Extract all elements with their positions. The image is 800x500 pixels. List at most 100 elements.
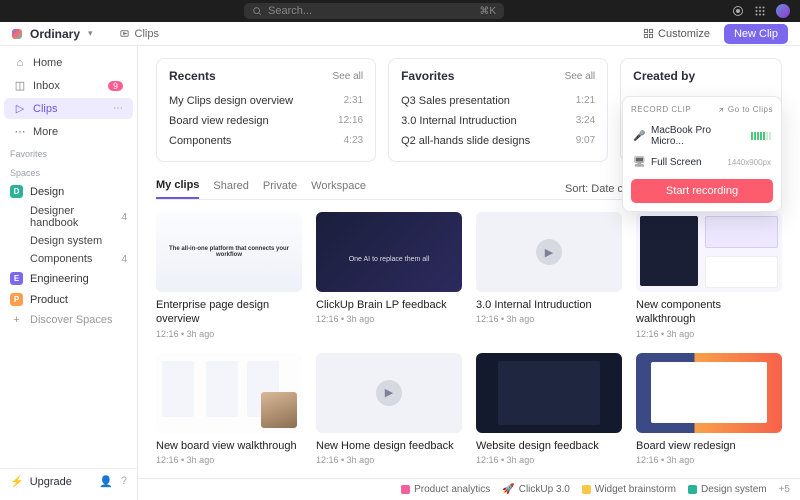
mic-option[interactable]: 🎤 MacBook Pro Micro...	[631, 120, 773, 152]
user-avatar[interactable]	[776, 4, 790, 18]
spaces-heading: Spaces	[0, 162, 137, 181]
search-icon	[252, 6, 262, 16]
record-clip-popover: RECORD CLIP Go to Clips 🎤 MacBook Pro Mi…	[622, 96, 782, 212]
search-placeholder: Search...	[268, 5, 312, 17]
mic-icon: 🎤	[633, 131, 644, 142]
play-icon: ▶	[536, 239, 562, 265]
clip-card[interactable]: The all-in-one platform that connects yo…	[156, 212, 302, 339]
clip-thumbnail: One AI to replace them all	[316, 212, 462, 292]
clip-card[interactable]: Board view redesign 12:16 • 3h ago	[636, 353, 782, 465]
space-child-design-system[interactable]: Design system	[0, 232, 137, 250]
sidebar-item-inbox[interactable]: ◫ Inbox 9	[4, 75, 133, 96]
space-child-components[interactable]: Components 4	[0, 250, 137, 268]
recent-item[interactable]: Components4:23	[169, 131, 363, 151]
clip-card[interactable]: ▶ New Home design feedback 12:16 • 3h ag…	[316, 353, 462, 465]
app-logo-icon	[12, 29, 22, 39]
goto-clips-link[interactable]: Go to Clips	[717, 105, 773, 114]
clip-icon: ▷	[14, 102, 26, 115]
clip-card[interactable]: New board view walkthrough 12:16 • 3h ag…	[156, 353, 302, 465]
plus-icon: +	[10, 314, 23, 326]
recent-item[interactable]: Board view redesign12:16	[169, 111, 363, 131]
sidebar-item-home[interactable]: ⌂ Home	[4, 53, 133, 73]
card-title: Recents	[169, 69, 216, 83]
favorite-item[interactable]: Q2 all-hands slide designs9:07	[401, 131, 595, 151]
upgrade-button[interactable]: Upgrade	[30, 476, 72, 488]
card-title: Created by	[633, 69, 695, 83]
chip-dot-icon	[401, 485, 410, 494]
clip-card[interactable]: ▶ 3.0 Internal Intruduction 12:16 • 3h a…	[476, 212, 622, 339]
sidebar-item-more[interactable]: ⋯ More	[4, 121, 133, 142]
space-engineering[interactable]: E Engineering	[0, 268, 137, 289]
customize-button[interactable]: Customize	[637, 25, 716, 43]
space-badge: E	[10, 272, 23, 285]
clip-thumbnail	[156, 353, 302, 433]
footer-more[interactable]: +5	[779, 484, 790, 495]
clip-card[interactable]: Website design feedback 12:16 • 3h ago	[476, 353, 622, 465]
footer-chip[interactable]: 🚀ClickUp 3.0	[502, 484, 570, 495]
audio-level-icon	[751, 132, 771, 140]
clip-thumbnail	[636, 212, 782, 292]
new-clip-button[interactable]: New Clip	[724, 24, 788, 44]
favorite-item[interactable]: 3.0 Internal Intruduction3:24	[401, 111, 595, 131]
external-icon	[717, 106, 725, 114]
space-child-handbook[interactable]: Designer handbook 4	[0, 202, 137, 232]
workspace-bar: Ordinary ▾ Clips Customize New Clip	[0, 22, 800, 46]
more-icon: ⋯	[14, 125, 26, 138]
tab-my-clips[interactable]: My clips	[156, 179, 199, 199]
footer-bar: Product analytics 🚀ClickUp 3.0 Widget br…	[138, 478, 800, 500]
sidebar-footer: ⚡ Upgrade 👤 ?	[0, 468, 137, 494]
see-all-link[interactable]: See all	[565, 71, 596, 82]
top-tab-clips[interactable]: Clips	[119, 28, 159, 40]
search-shortcut: ⌘K	[479, 6, 496, 17]
clip-icon	[119, 28, 130, 39]
chip-dot-icon	[582, 485, 591, 494]
footer-chip[interactable]: Widget brainstorm	[582, 484, 676, 495]
clip-thumbnail: The all-in-one platform that connects yo…	[156, 212, 302, 292]
monitor-icon: 🖥	[633, 157, 644, 168]
more-dots-icon[interactable]: ⋯	[113, 103, 123, 114]
presenter-face	[261, 392, 297, 428]
favorite-item[interactable]: Q3 Sales presentation1:21	[401, 91, 595, 111]
clip-card[interactable]: New components walkthrough 12:16 • 3h ag…	[636, 212, 782, 339]
recent-item[interactable]: My Clips design overview2:31	[169, 91, 363, 111]
see-all-link[interactable]: See all	[333, 71, 364, 82]
sidebar-item-clips[interactable]: ▷ Clips ⋯	[4, 98, 133, 119]
global-search[interactable]: Search... ⌘K	[244, 3, 504, 19]
space-product[interactable]: P Product	[0, 289, 137, 310]
popover-heading: RECORD CLIP	[631, 105, 691, 114]
start-recording-button[interactable]: Start recording	[631, 179, 773, 203]
help-icon[interactable]: ?	[121, 475, 127, 488]
chip-dot-icon	[688, 485, 697, 494]
space-badge: P	[10, 293, 23, 306]
record-circle-icon[interactable]	[732, 5, 744, 17]
sidebar: ⌂ Home ◫ Inbox 9 ▷ Clips ⋯ ⋯ More Favori…	[0, 46, 138, 500]
footer-chip[interactable]: Product analytics	[401, 484, 490, 495]
inbox-icon: ◫	[14, 79, 26, 92]
tab-workspace[interactable]: Workspace	[311, 180, 366, 198]
upgrade-icon: ⚡	[10, 475, 24, 488]
clip-card[interactable]: One AI to replace them all ClickUp Brain…	[316, 212, 462, 339]
screen-option[interactable]: 🖥 Full Screen 1440x900px	[631, 152, 773, 173]
space-design[interactable]: D Design	[0, 181, 137, 202]
play-icon: ▶	[376, 380, 402, 406]
recents-card: Recents See all My Clips design overview…	[156, 58, 376, 162]
clips-grid: The all-in-one platform that connects yo…	[156, 212, 782, 500]
rocket-icon: 🚀	[502, 484, 514, 495]
home-icon: ⌂	[14, 57, 26, 69]
footer-chip[interactable]: Design system	[688, 484, 767, 495]
clip-thumbnail: ▶	[316, 353, 462, 433]
clip-thumbnail: ▶	[476, 212, 622, 292]
tab-shared[interactable]: Shared	[213, 180, 248, 198]
chevron-down-icon[interactable]: ▾	[88, 28, 93, 39]
window-topbar: Search... ⌘K	[0, 0, 800, 22]
card-title: Favorites	[401, 69, 454, 83]
inbox-badge: 9	[108, 81, 123, 91]
favorites-card: Favorites See all Q3 Sales presentation1…	[388, 58, 608, 162]
tab-private[interactable]: Private	[263, 180, 297, 198]
clip-thumbnail	[476, 353, 622, 433]
person-icon[interactable]: 👤	[99, 475, 113, 488]
workspace-name[interactable]: Ordinary	[30, 27, 80, 41]
discover-spaces[interactable]: + Discover Spaces	[0, 310, 137, 330]
favorites-heading: Favorites	[0, 143, 137, 162]
apps-grid-icon[interactable]	[754, 5, 766, 17]
